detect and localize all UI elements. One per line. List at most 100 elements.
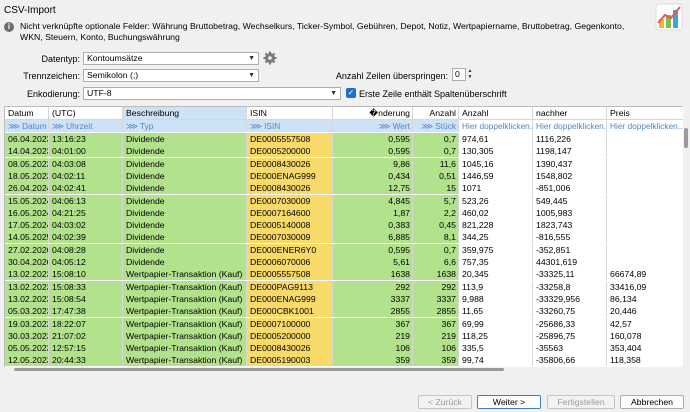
table-cell: 5,61 xyxy=(333,256,413,268)
table-cell: 549,445 xyxy=(533,194,607,207)
table-cell xyxy=(607,157,684,170)
table-cell: 0,595 xyxy=(333,243,413,256)
column-header[interactable]: ISIN xyxy=(247,107,333,120)
datentyp-select[interactable]: Kontoumsätze ▼ xyxy=(83,52,259,65)
table-cell: Wertpapier-Transaktion (Kauf) xyxy=(123,268,247,281)
enkodierung-select[interactable]: UTF-8 ▼ xyxy=(83,87,341,100)
column-header[interactable]: Beschreibung xyxy=(123,107,247,120)
table-cell: 0,7 xyxy=(413,145,459,158)
table-cell: 15:08:10 xyxy=(49,268,123,281)
table-cell: 4,845 xyxy=(333,194,413,207)
table-cell: 66674,89 xyxy=(607,268,684,281)
table-cell: -25896,75 xyxy=(533,329,607,342)
column-mapping-cell[interactable]: ⋙ Stück xyxy=(413,120,459,132)
column-header[interactable]: Anzahl xyxy=(459,107,533,120)
table-cell: 42,57 xyxy=(607,317,684,330)
table-cell: 16.05.2024 xyxy=(5,206,49,219)
table-cell: Wertpapier-Transaktion (Kauf) xyxy=(123,317,247,330)
horizontal-scrollbar[interactable] xyxy=(4,367,683,372)
table-cell: 1446,59 xyxy=(459,169,533,182)
table-row: 19.03.2023 18:22:07 Wertpapier-Transaktion… xyxy=(5,317,684,330)
skip-rows-stepper[interactable]: ▲ ▼ xyxy=(466,68,474,81)
table-cell: 1823,743 xyxy=(533,219,607,232)
table-cell: 6,885 xyxy=(333,231,413,244)
table-cell: Dividende xyxy=(123,256,247,268)
column-header[interactable]: (UTC) xyxy=(49,107,123,120)
column-header[interactable]: Datum xyxy=(5,107,49,120)
column-mapping-cell[interactable]: ⋙ Wert xyxy=(333,120,413,132)
skip-rows-input[interactable]: 0 xyxy=(452,68,466,81)
table-cell: 106 xyxy=(413,342,459,355)
table-cell: DE0008430026 xyxy=(247,157,333,170)
table-cell: 18.05.2023 xyxy=(5,169,49,182)
table-cell: DE000CBK1001 xyxy=(247,305,333,318)
column-mapping-cell[interactable]: ⋙ Uhrzeit xyxy=(49,120,123,132)
info-icon: i xyxy=(4,22,14,32)
table-cell: DE0008430026 xyxy=(247,342,333,355)
table-cell: 5,7 xyxy=(413,194,459,207)
cancel-button[interactable]: Abbrechen xyxy=(620,395,684,409)
table-cell xyxy=(607,206,684,219)
table-cell: 30.03.2023 xyxy=(5,329,49,342)
table-cell: 344,25 xyxy=(459,231,533,244)
table-cell: 1,87 xyxy=(333,206,413,219)
table-cell: DE0007030009 xyxy=(247,194,333,207)
table-cell: 18:22:07 xyxy=(49,317,123,330)
table-cell: DE0005557508 xyxy=(247,268,333,281)
datentyp-label: Datentyp: xyxy=(41,54,80,64)
table-cell: 219 xyxy=(333,329,413,342)
table-cell: Wertpapier-Transaktion (Kauf) xyxy=(123,329,247,342)
table-cell: 0,45 xyxy=(413,219,459,232)
column-header[interactable]: �nderung xyxy=(333,107,413,120)
table-cell: 04:03:08 xyxy=(49,157,123,170)
vertical-scrollbar[interactable] xyxy=(683,106,689,372)
table-cell: 11,6 xyxy=(413,157,459,170)
table-cell: 15 xyxy=(413,182,459,195)
table-cell: Dividende xyxy=(123,206,247,219)
table-cell: 04:02:39 xyxy=(49,231,123,244)
table-cell: 118,25 xyxy=(459,329,533,342)
column-mapping-cell[interactable]: Hier doppelklicken... xyxy=(533,120,607,132)
table-cell xyxy=(607,243,684,256)
back-button[interactable]: < Zurück xyxy=(418,395,472,409)
table-cell: Wertpapier-Transaktion (Kauf) xyxy=(123,292,247,305)
scrollbar-thumb[interactable] xyxy=(684,128,688,148)
table-cell: 367 xyxy=(333,317,413,330)
table-cell: 0,595 xyxy=(333,133,413,145)
header-row-checkbox[interactable]: ✓ xyxy=(346,88,356,98)
column-mapping-cell[interactable]: ⋙ Typ xyxy=(123,120,247,132)
table-header-row: Datum (UTC) Beschreibung ISIN �nderung Anzahl… xyxy=(5,107,684,120)
gear-icon[interactable] xyxy=(263,51,277,65)
table-cell: -33325,11 xyxy=(533,268,607,281)
table-cell: 3337 xyxy=(413,292,459,305)
column-mapping-cell[interactable]: ⋙ Datum xyxy=(5,120,49,132)
trennzeichen-select[interactable]: Semikolon (;) ▼ xyxy=(83,69,259,82)
table-cell: 04:08:28 xyxy=(49,243,123,256)
scrollbar-thumb[interactable] xyxy=(14,368,504,371)
table-row: 30.03.2023 21:07:02 Wertpapier-Transaktion… xyxy=(5,329,684,342)
finish-button[interactable]: Fertigstellen xyxy=(547,395,615,409)
table-cell: 13:16:23 xyxy=(49,133,123,145)
column-mapping-cell[interactable]: ⋙ ISIN xyxy=(247,120,333,132)
table-cell: 292 xyxy=(413,280,459,293)
table-row: 18.05.2023 04:02:11 Dividende DE000ENAG999 0… xyxy=(5,169,684,182)
table-row: 05.05.2023 12:57:15 Wertpapier-Transaktion… xyxy=(5,342,684,355)
table-cell: 219 xyxy=(413,329,459,342)
column-mapping-cell[interactable]: Hier doppelklicken... xyxy=(607,120,684,132)
column-header[interactable]: Preis xyxy=(607,107,684,120)
table-cell: DE0008430026 xyxy=(247,182,333,195)
table-row: 17.05.2024 04:03:02 Dividende DE0005140008 0… xyxy=(5,219,684,232)
table-cell: 33416,09 xyxy=(607,280,684,293)
table-row: 06.04.2023 13:16:23 Dividende DE0005557508 0… xyxy=(5,133,684,145)
column-header[interactable]: nachher xyxy=(533,107,607,120)
column-mapping-cell[interactable]: Hier doppelklicken... xyxy=(459,120,533,132)
table-cell: 0,51 xyxy=(413,169,459,182)
trennzeichen-label: Trennzeichen: xyxy=(23,71,80,81)
next-button[interactable]: Weiter > xyxy=(477,395,541,409)
table-cell: 17.05.2024 xyxy=(5,219,49,232)
chevron-down-icon: ▼ xyxy=(248,55,255,62)
table-cell: 15.05.2024 xyxy=(5,194,49,207)
table-cell: Dividende xyxy=(123,169,247,182)
table-cell: DE000ENAG999 xyxy=(247,169,333,182)
column-header[interactable]: Anzahl xyxy=(413,107,459,120)
